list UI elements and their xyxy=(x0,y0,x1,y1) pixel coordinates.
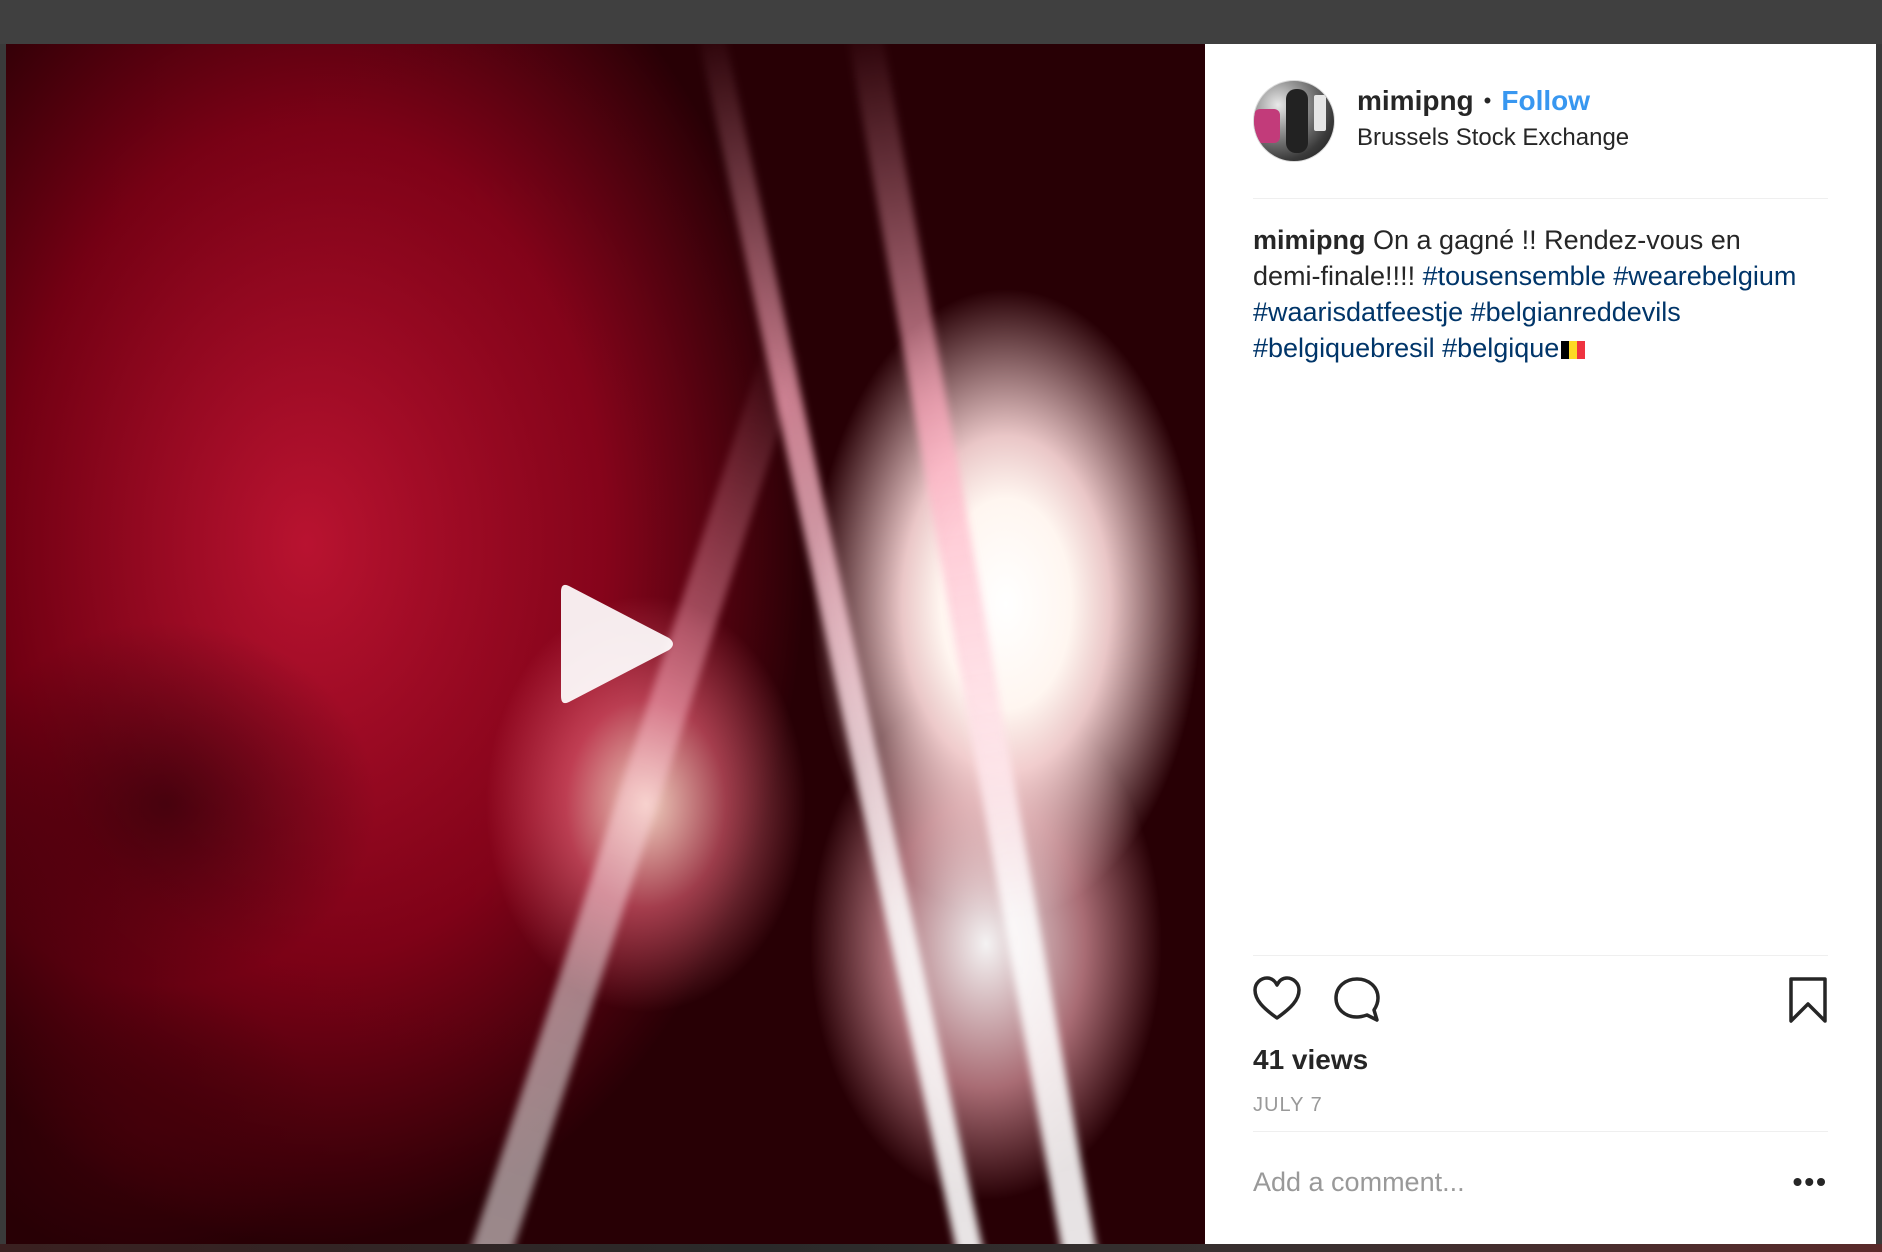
belgium-flag-icon xyxy=(1561,340,1586,359)
play-icon[interactable] xyxy=(551,574,681,714)
more-options-icon[interactable]: ••• xyxy=(1793,1166,1828,1198)
username-link[interactable]: mimipng xyxy=(1357,84,1474,118)
post-actions xyxy=(1253,976,1828,1026)
comment-input[interactable] xyxy=(1253,1162,1733,1202)
post-header: mimipng • Follow Brussels Stock Exchange xyxy=(1253,80,1828,199)
comment-form: ••• xyxy=(1253,1162,1828,1206)
caption-username-link[interactable]: mimipng xyxy=(1253,225,1366,255)
view-count[interactable]: 41 views xyxy=(1253,1044,1368,1076)
hashtag-link[interactable]: #belgianreddevils xyxy=(1471,297,1681,327)
post-modal: mimipng • Follow Brussels Stock Exchange… xyxy=(6,44,1876,1244)
hashtag-link[interactable]: #waarisdatfeestje xyxy=(1253,297,1463,327)
background-strip xyxy=(0,1244,1882,1252)
hashtag-link[interactable]: #wearebelgium xyxy=(1613,261,1796,291)
hashtag-link[interactable]: #belgiquebresil xyxy=(1253,333,1435,363)
divider xyxy=(1253,1131,1828,1132)
bookmark-icon[interactable] xyxy=(1788,976,1828,1029)
hashtag-link[interactable]: #tousensemble xyxy=(1423,261,1606,291)
post-caption: mimipng On a gagné !! Rendez-vous en dem… xyxy=(1253,222,1813,366)
window-top-bar xyxy=(0,0,1882,44)
location-link[interactable]: Brussels Stock Exchange xyxy=(1357,124,1629,152)
heart-icon[interactable] xyxy=(1253,976,1301,1027)
hashtag-link[interactable]: #belgique xyxy=(1442,333,1559,363)
divider xyxy=(1253,955,1828,956)
comment-bubble-icon[interactable] xyxy=(1333,976,1381,1029)
follow-button[interactable]: Follow xyxy=(1501,84,1590,118)
avatar[interactable] xyxy=(1253,80,1335,162)
video-player[interactable] xyxy=(6,44,1205,1244)
post-date[interactable]: JULY 7 xyxy=(1253,1094,1323,1117)
separator-dot: • xyxy=(1483,88,1492,113)
post-sidebar: mimipng • Follow Brussels Stock Exchange… xyxy=(1205,44,1876,1244)
